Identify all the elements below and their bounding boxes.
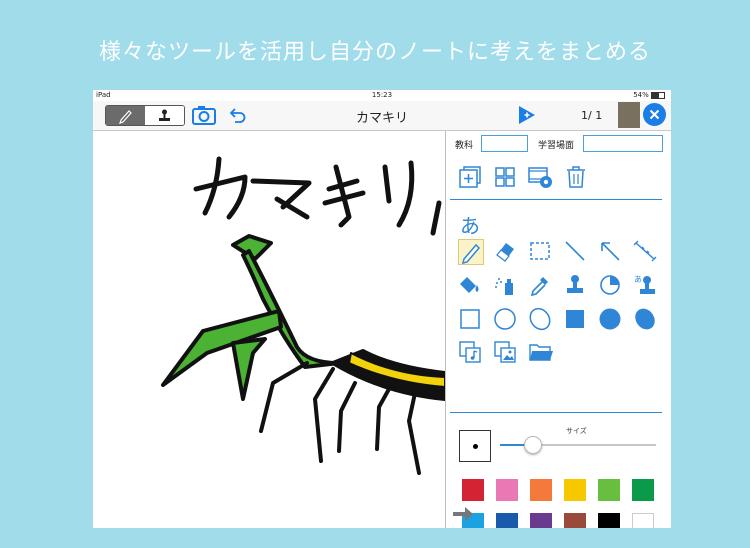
divider — [450, 412, 662, 413]
image-card-icon[interactable] — [493, 340, 517, 364]
toolbar: カマキリ 1/ 1 — [93, 101, 671, 131]
page-indicator: 1/ 1 — [581, 109, 603, 122]
rectangle-shape-icon[interactable] — [458, 307, 482, 331]
next-arrow-icon[interactable] — [452, 506, 474, 522]
headline: 様々なツールを活用し自分のノートに考えをまとめる — [98, 40, 651, 65]
line-tool-icon[interactable] — [563, 239, 587, 263]
dropper-tool-icon[interactable] — [528, 273, 552, 297]
color-swatch-brown[interactable] — [564, 513, 586, 528]
svg-text:あ: あ — [634, 275, 642, 284]
subject-field[interactable] — [481, 135, 528, 152]
filled-rectangle-icon[interactable] — [563, 307, 587, 331]
filled-ellipse-icon[interactable] — [633, 307, 657, 331]
grid-view-icon[interactable] — [493, 165, 517, 189]
drawing-canvas[interactable] — [93, 131, 445, 528]
text-tool[interactable]: あ — [460, 210, 480, 239]
status-bar: iPad 15:23 54% — [93, 90, 671, 101]
mantis-figure — [161, 234, 445, 475]
stamp-tool-icon[interactable] — [563, 273, 587, 297]
add-page-icon[interactable] — [517, 104, 537, 126]
scene-label: 学習場面 — [538, 141, 575, 151]
undo-icon[interactable] — [227, 106, 247, 124]
text-stamp-icon[interactable]: あ — [633, 273, 657, 297]
color-swatch-orange[interactable] — [530, 479, 552, 501]
pencil-icon — [119, 110, 132, 124]
subject-label: 教科 — [455, 141, 474, 151]
color-swatch-blue[interactable] — [496, 513, 518, 528]
pencil-tool-icon[interactable] — [458, 239, 484, 265]
color-swatch-red[interactable] — [462, 479, 484, 501]
camera-icon[interactable] — [191, 104, 217, 126]
selection-tool-icon[interactable] — [528, 239, 552, 263]
spray-tool-icon[interactable] — [493, 273, 517, 297]
folder-icon[interactable] — [528, 340, 554, 364]
filled-circle-icon[interactable] — [598, 307, 622, 331]
close-icon — [649, 109, 660, 120]
color-swatch-white[interactable] — [632, 513, 654, 528]
divider — [450, 199, 662, 200]
color-swatch-yellow[interactable] — [564, 479, 586, 501]
pie-stamp-icon[interactable] — [598, 273, 622, 297]
eraser-tool-icon[interactable] — [493, 239, 517, 263]
fill-tool-icon[interactable] — [458, 273, 482, 297]
mantis-drawing — [161, 156, 445, 475]
color-swatch-purple[interactable] — [530, 513, 552, 528]
pen-mode-segment[interactable] — [106, 106, 145, 125]
handwritten-title — [193, 156, 442, 236]
close-button[interactable] — [643, 103, 666, 126]
color-swatch-pink[interactable] — [496, 479, 518, 501]
circle-shape-icon[interactable] — [493, 307, 517, 331]
mode-segmented-control — [105, 105, 185, 126]
stamp-icon — [159, 109, 170, 121]
size-slider-knob[interactable] — [524, 436, 542, 454]
scene-field[interactable] — [583, 135, 663, 152]
pen-size-preview — [459, 430, 491, 462]
tool-panel: 教科 学習場面 あ あ サイズ — [445, 131, 671, 528]
size-label: サイズ — [566, 427, 587, 435]
color-swatch-light-green[interactable] — [598, 479, 620, 501]
ellipse-shape-icon[interactable] — [528, 307, 552, 331]
audio-card-icon[interactable] — [458, 340, 482, 364]
measure-tool-icon[interactable] — [633, 239, 657, 263]
stamp-mode-segment[interactable] — [145, 106, 184, 125]
trash-icon[interactable] — [564, 165, 588, 189]
arrow-tool-icon[interactable] — [598, 239, 622, 263]
battery-icon — [651, 91, 665, 99]
page-thumbnail[interactable] — [618, 102, 640, 128]
clock: 15:23 — [371, 91, 393, 99]
battery-indicator: 54% — [633, 91, 665, 99]
new-page-icon[interactable] — [458, 165, 482, 189]
color-swatch-black[interactable] — [598, 513, 620, 528]
film-settings-icon[interactable] — [528, 165, 554, 189]
battery-percent: 54% — [633, 91, 649, 99]
color-swatch-green[interactable] — [632, 479, 654, 501]
ipad-screen: iPad 15:23 54% カマキリ 1/ 1 教科 学習場面 あ あ サイズ — [93, 90, 671, 528]
